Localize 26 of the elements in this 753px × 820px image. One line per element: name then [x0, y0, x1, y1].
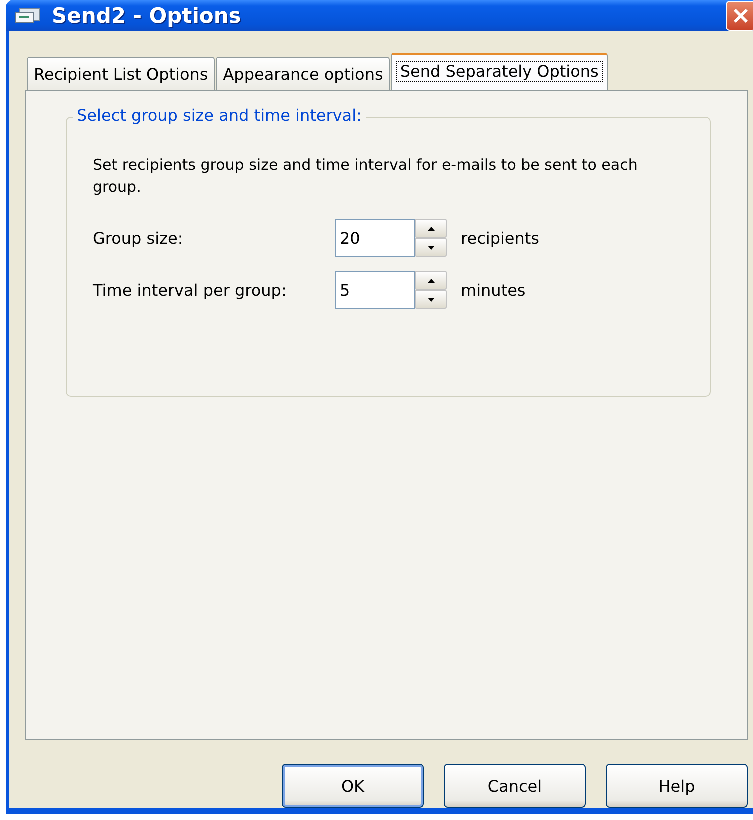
app-icon [14, 6, 42, 24]
spin-down-button[interactable] [415, 238, 447, 257]
up-arrow-icon [428, 278, 434, 282]
tab[interactable]: Recipient List Options [27, 57, 216, 91]
down-arrow-icon [428, 298, 434, 302]
close-button[interactable] [726, 0, 753, 30]
dialog-button[interactable]: Help [606, 764, 748, 808]
unit-label: recipients [461, 228, 540, 248]
spin-down-button[interactable] [415, 290, 447, 309]
tab[interactable]: Appearance options [216, 57, 390, 91]
spin-up-button[interactable] [415, 219, 447, 238]
unit-label: minutes [461, 280, 526, 300]
spin-up-button[interactable] [415, 271, 447, 290]
down-arrow-icon [428, 246, 434, 250]
dialog-button[interactable]: Cancel [444, 764, 586, 808]
field-label: Time interval per group: [93, 280, 288, 300]
group-title: Select group size and time interval: [73, 106, 366, 125]
up-arrow-icon [428, 226, 434, 230]
tab[interactable]: Send Separately Options [391, 53, 608, 91]
number-field[interactable]: 20 [335, 219, 415, 257]
field-label: Group size: [93, 228, 184, 248]
window-title: Send2 - Options [52, 4, 242, 28]
dialog-button[interactable]: OK [282, 764, 424, 808]
number-field[interactable]: 5 [335, 271, 415, 309]
close-icon [732, 6, 750, 24]
description: Set recipients group size and time interval for e-mails to be sent to each group. [93, 155, 639, 198]
